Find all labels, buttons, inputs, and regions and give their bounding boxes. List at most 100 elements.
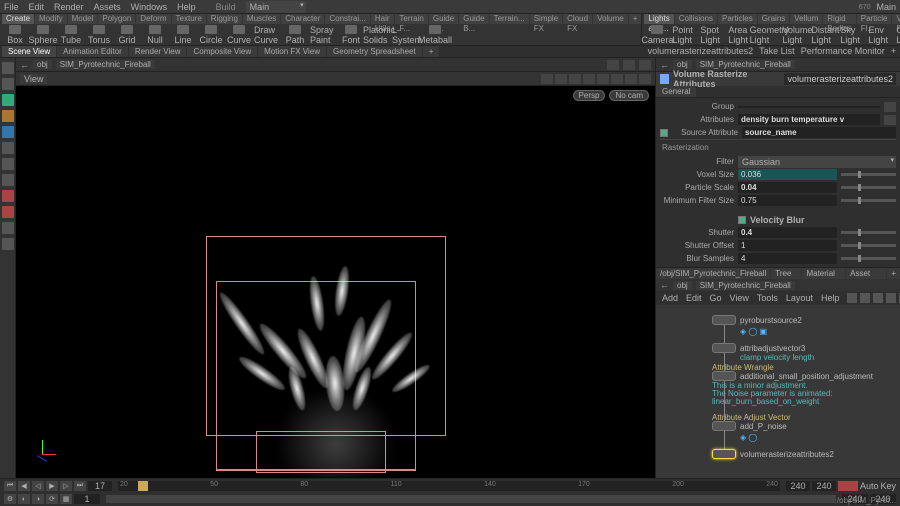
vp-ico[interactable] — [625, 74, 637, 84]
tool-misc2-icon[interactable] — [2, 190, 14, 202]
shelf-tab[interactable]: Cloud FX — [563, 14, 592, 24]
velblur-check[interactable] — [738, 216, 746, 224]
net-menu-help[interactable]: Help — [821, 293, 840, 303]
shelf-tab[interactable]: Texture — [172, 14, 206, 24]
shelf-tab[interactable]: Rigging — [207, 14, 242, 24]
group-menu-icon[interactable] — [884, 102, 896, 112]
net-tab[interactable]: Material Palette — [802, 268, 845, 279]
net-ico[interactable] — [886, 293, 896, 303]
path-opt3-icon[interactable] — [639, 60, 651, 70]
viewport-label[interactable]: View — [20, 74, 47, 84]
cook-indicator-icon[interactable] — [838, 481, 858, 491]
menu-edit[interactable]: Edit — [29, 2, 45, 12]
range-start[interactable]: 1 — [74, 494, 100, 504]
net-tab[interactable]: Tree View — [771, 268, 801, 279]
path-node[interactable]: SIM_Pyrotechnic_Fireball — [696, 60, 795, 69]
panetab-right-1[interactable]: volumerasterizeattributes2 — [648, 46, 754, 57]
shelf-tab[interactable]: Terrain... — [490, 14, 529, 24]
tool-misc5-icon[interactable] — [2, 238, 14, 250]
minfilt-field[interactable]: 0.75 — [738, 195, 837, 206]
vp-ico[interactable] — [569, 74, 581, 84]
opt-icon[interactable]: ⚙ — [4, 494, 16, 504]
tool-scale-icon[interactable] — [2, 126, 14, 138]
panetab-right-3[interactable]: Performance Monitor — [801, 46, 885, 57]
tool-torus[interactable]: Torus — [86, 25, 112, 45]
net-tab-add[interactable]: + — [887, 268, 900, 279]
menu-windows[interactable]: Windows — [131, 2, 168, 12]
shelf-tab[interactable]: Deform — [136, 14, 170, 24]
tool-vollight[interactable]: Volume Light — [784, 25, 810, 45]
tool-box[interactable]: Box — [2, 25, 28, 45]
path-opt2-icon[interactable] — [623, 60, 635, 70]
net-menu-go[interactable]: Go — [710, 293, 722, 303]
shutter-slider[interactable] — [841, 231, 896, 234]
tool-lsystem[interactable]: L-System — [394, 25, 420, 45]
shelf-tab[interactable]: Grains — [758, 14, 790, 24]
tool-curve[interactable]: Curve — [226, 25, 252, 45]
shelf-tab[interactable]: Particle Fl... — [857, 14, 892, 24]
net-ico[interactable] — [847, 293, 857, 303]
group-field[interactable] — [738, 106, 880, 108]
first-frame-button[interactable]: ⏮ — [4, 481, 16, 491]
attributes-field[interactable]: density burn temperature v — [738, 114, 880, 125]
tool-spraypaint[interactable]: Spray Paint — [310, 25, 336, 45]
timeline-track[interactable]: 20 50 80 110 140 170 200 240 — [118, 481, 780, 491]
auto-label[interactable]: Auto — [860, 481, 879, 491]
shelf-tabs-left[interactable]: Create Modify Model Polygon Deform Textu… — [0, 14, 641, 24]
tool-path[interactable]: Path — [282, 25, 308, 45]
minfilt-slider[interactable] — [841, 199, 896, 202]
vp-ico[interactable] — [583, 74, 595, 84]
next-frame-button[interactable]: ▷ — [60, 481, 72, 491]
shelf-tab[interactable]: Simple FX — [530, 14, 562, 24]
shoff-slider[interactable] — [841, 244, 896, 247]
path-obj[interactable]: obj — [673, 60, 692, 69]
blurs-slider[interactable] — [841, 257, 896, 260]
shelf-tab[interactable]: Terrain F... — [395, 14, 427, 24]
menu-help[interactable]: Help — [177, 2, 196, 12]
node-addpnoise[interactable]: add_P_noise — [712, 421, 787, 431]
vp-ico[interactable] — [611, 74, 623, 84]
shelf-tab[interactable]: Guide P... — [429, 14, 458, 24]
blurs-field[interactable]: 4 — [738, 253, 837, 264]
srcattr-check[interactable] — [660, 129, 668, 137]
range-slider[interactable] — [106, 495, 836, 503]
tool-grid[interactable]: Grid — [114, 25, 140, 45]
tool-misc4-icon[interactable] — [2, 222, 14, 234]
shelf-tab[interactable]: Viscous Fl... — [892, 14, 900, 24]
tool-font[interactable]: Font — [338, 25, 364, 45]
tool-tube[interactable]: Tube — [58, 25, 84, 45]
node-name-field[interactable]: volumerasterizeattributes2 — [784, 73, 896, 85]
node-pyroburst[interactable]: pyroburstsource2 — [712, 315, 802, 325]
vp-ico[interactable] — [541, 74, 553, 84]
tool-gllight[interactable]: Gl Light — [896, 25, 900, 45]
shelf-tab[interactable]: Guide B... — [459, 14, 488, 24]
path-opt-icon[interactable] — [607, 60, 619, 70]
pscale-slider[interactable] — [841, 186, 896, 189]
tool-distlight[interactable]: Distant Light — [812, 25, 838, 45]
shelf-tabs-right[interactable]: Lights and... Collisions Particles Grain… — [642, 14, 900, 24]
tool-null[interactable]: Null — [142, 25, 168, 45]
tool-envlight[interactable]: Env Light — [868, 25, 894, 45]
path-back-icon[interactable]: ← — [660, 60, 669, 70]
node-volrasterize[interactable]: volumerasterizeattributes2 — [712, 449, 834, 459]
path-node[interactable]: SIM_Pyrotechnic_Fireball — [696, 281, 795, 290]
tool-circle[interactable]: Circle — [198, 25, 224, 45]
tool-handle-icon[interactable] — [2, 78, 14, 90]
tool-move-icon[interactable] — [2, 94, 14, 106]
net-ico[interactable] — [873, 293, 883, 303]
shelf-tab[interactable]: Collisions — [675, 14, 717, 24]
shelf-tab[interactable]: Model — [68, 14, 98, 24]
shoff-field[interactable]: 1 — [738, 240, 837, 251]
net-tab[interactable]: Asset Browser — [846, 268, 886, 279]
node-wrangle[interactable]: additional_small_position_adjustment — [712, 371, 873, 381]
attr-menu-icon[interactable] — [884, 115, 896, 125]
shelf-tab-add[interactable]: + — [629, 14, 642, 24]
opt-icon[interactable]: ⟳ — [46, 494, 58, 504]
panetab-sceneview[interactable]: Scene View — [2, 46, 56, 57]
viewport-canvas[interactable]: Persp No cam — [16, 86, 655, 478]
shelf-tab[interactable]: Muscles — [243, 14, 280, 24]
shelf-tab[interactable]: Create — [2, 14, 34, 24]
key-button[interactable]: Key — [880, 481, 896, 491]
tool-rotate-icon[interactable] — [2, 110, 14, 122]
filter-dropdown[interactable]: Gaussian — [738, 156, 896, 168]
